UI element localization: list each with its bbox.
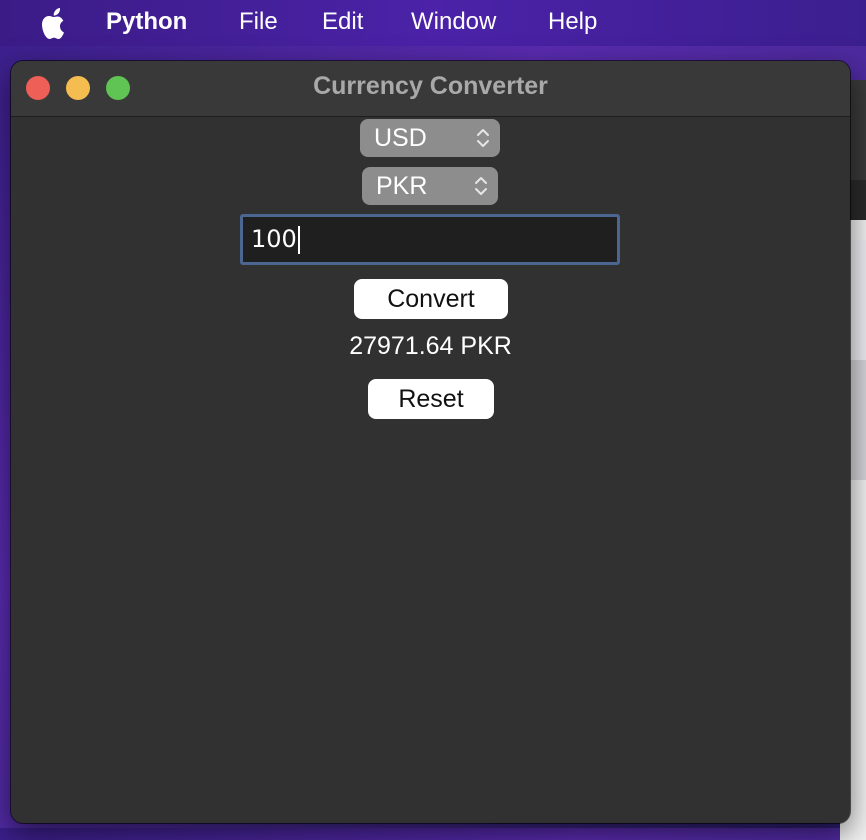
- to-currency-value: PKR: [376, 172, 428, 200]
- converter-panel: USD PKR 100 Convert 27971.64 PKR Reset: [11, 117, 850, 823]
- up-down-chevron-icon: [477, 129, 489, 147]
- up-down-chevron-icon: [475, 177, 487, 195]
- menu-app-python[interactable]: Python: [106, 8, 187, 36]
- menu-bar: Python File Edit Window Help: [0, 0, 866, 46]
- apple-icon[interactable]: [38, 6, 70, 40]
- from-currency-value: USD: [374, 124, 427, 152]
- to-currency-select[interactable]: PKR: [362, 167, 498, 205]
- convert-button[interactable]: Convert: [354, 279, 508, 319]
- amount-value: 100: [251, 225, 297, 253]
- currency-converter-window: Currency Converter USD PKR 100 Convert 2…: [11, 61, 850, 823]
- title-bar[interactable]: Currency Converter: [11, 61, 850, 117]
- from-currency-select[interactable]: USD: [360, 119, 500, 157]
- menu-help[interactable]: Help: [548, 8, 597, 36]
- text-caret: [297, 226, 300, 254]
- amount-input[interactable]: 100: [240, 214, 620, 265]
- conversion-result: 27971.64 PKR: [349, 332, 512, 360]
- menu-file[interactable]: File: [239, 8, 278, 36]
- reset-button[interactable]: Reset: [368, 379, 494, 419]
- menu-edit[interactable]: Edit: [322, 8, 363, 36]
- window-title: Currency Converter: [313, 72, 548, 100]
- menu-window[interactable]: Window: [411, 8, 496, 36]
